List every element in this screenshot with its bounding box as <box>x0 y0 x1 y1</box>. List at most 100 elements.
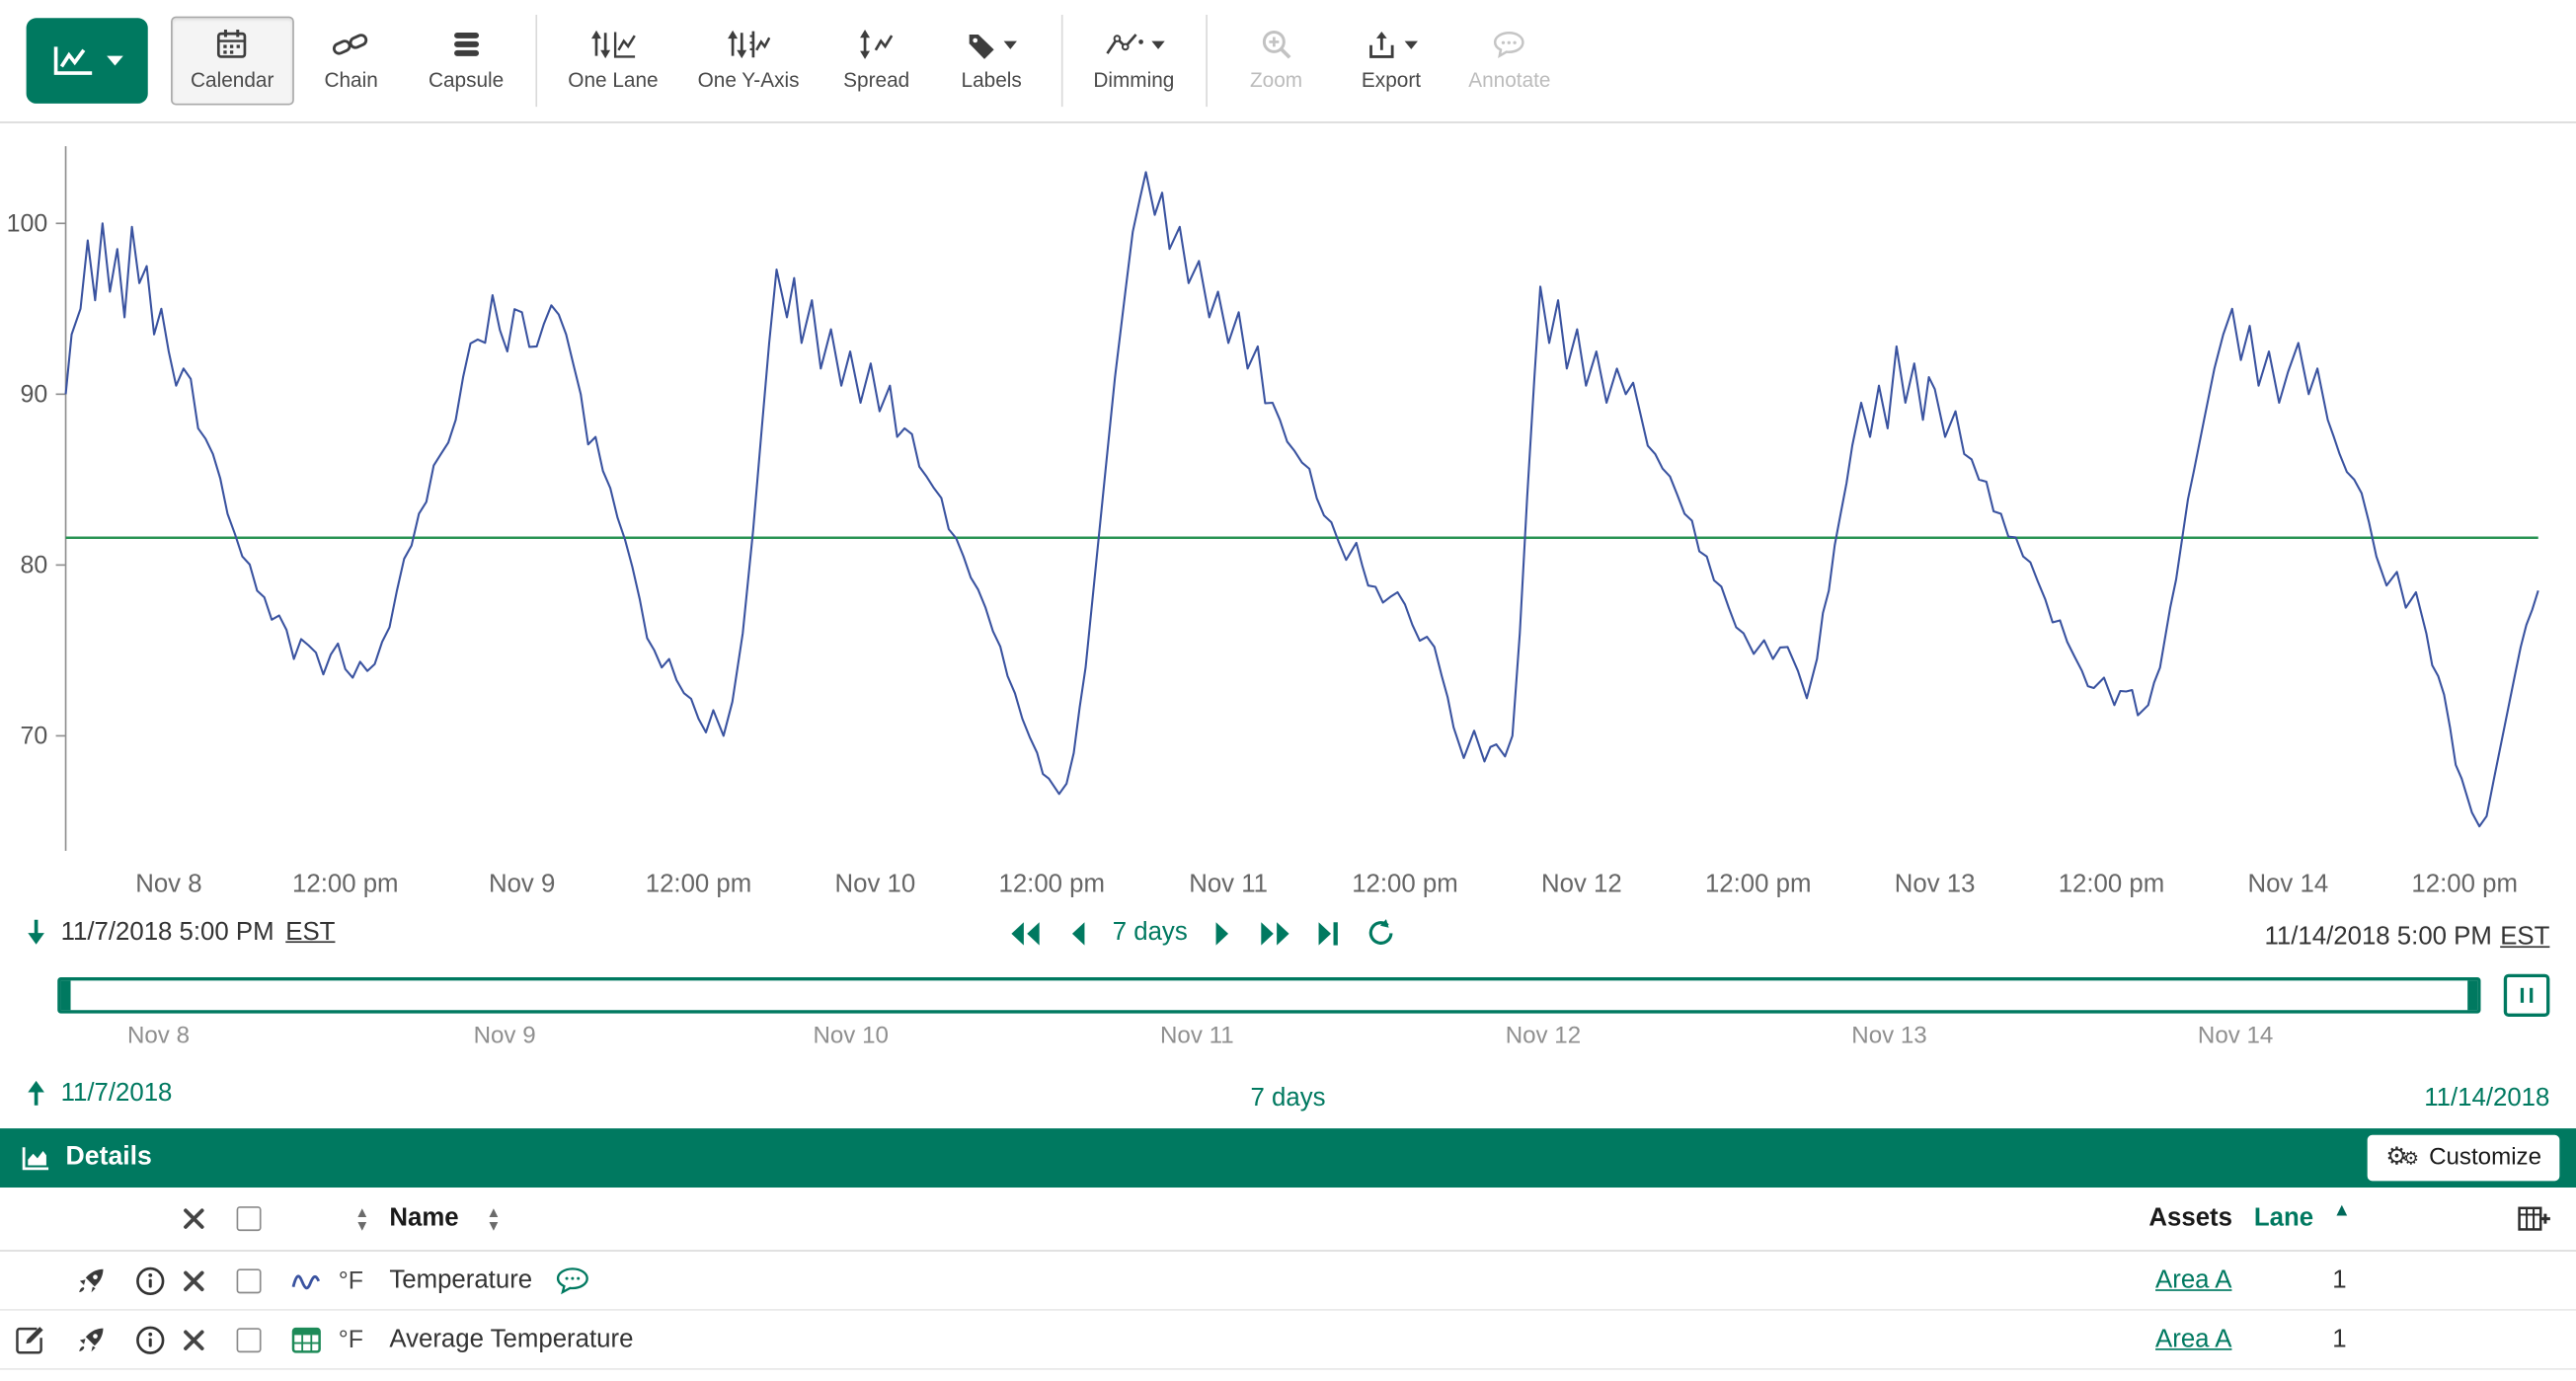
slider-resize-button[interactable] <box>2504 974 2550 1017</box>
calendar-icon <box>216 27 249 63</box>
toolbar-spread-label: Spread <box>843 69 909 92</box>
toolbar-labels-button[interactable]: Labels <box>934 17 1049 106</box>
x-axis-label: Nov 11 <box>1189 870 1268 897</box>
toolbar-one-y-axis-button[interactable]: One Y-Axis <box>678 17 820 106</box>
slider-day-label: Nov 8 <box>127 1024 190 1050</box>
toolbar-one-lane-button[interactable]: One Lane <box>548 17 677 106</box>
trend-chart[interactable]: 708090100Nov 812:00 pmNov 912:00 pmNov 1… <box>0 123 2576 912</box>
toolbar-zoom-label: Zoom <box>1250 69 1302 92</box>
customize-label: Customize <box>2429 1145 2541 1172</box>
slider-day-label: Nov 13 <box>1851 1024 1926 1050</box>
select-all-checkbox[interactable] <box>237 1206 262 1231</box>
asset-swap-rocket-icon[interactable] <box>76 1324 108 1355</box>
y-axis-label: 90 <box>21 381 48 409</box>
investigate-end-date[interactable]: 11/14/2018 <box>2424 1084 2549 1113</box>
unit-label: °F <box>339 1266 363 1294</box>
chevron-down-icon <box>1004 40 1017 48</box>
spread-icon <box>857 27 897 63</box>
display-range-bar: 11/7/2018 5:00 PM EST 7 days <box>0 911 2576 967</box>
display-duration[interactable]: 7 days <box>1113 918 1188 948</box>
display-end-date[interactable]: 11/14/2018 5:00 PM <box>2264 923 2491 953</box>
slider-left-handle[interactable] <box>61 980 71 1010</box>
remove-all-icon[interactable] <box>183 1207 205 1230</box>
signal-wave-icon <box>291 1267 323 1294</box>
slider-day-label: Nov 9 <box>474 1024 536 1050</box>
sort-type-toggle[interactable]: ▲▼ <box>354 1205 369 1232</box>
y-axis-label: 80 <box>21 552 48 579</box>
trend-view-button[interactable] <box>27 18 148 104</box>
toolbar-calendar-label: Calendar <box>191 69 273 92</box>
toolbar-export-label: Export <box>1362 69 1421 92</box>
customize-button[interactable]: ⚙⚙ Customize <box>2368 1135 2559 1182</box>
column-header-lane[interactable]: Lane <box>2254 1204 2313 1234</box>
display-end-timezone-link[interactable]: EST <box>2500 923 2549 953</box>
y-axis-label: 100 <box>7 210 48 238</box>
edit-journal-icon[interactable] <box>13 1323 45 1355</box>
step-back-button[interactable] <box>1009 919 1042 947</box>
go-to-end-button[interactable] <box>1316 919 1341 947</box>
row-checkbox[interactable] <box>237 1268 262 1293</box>
investigate-duration[interactable]: 7 days <box>1251 1084 1326 1113</box>
toolbar-export-button[interactable]: Export <box>1334 17 1448 106</box>
item-info-icon[interactable] <box>134 1324 166 1355</box>
toolbar-calendar-button[interactable]: Calendar <box>171 17 293 106</box>
asset-link[interactable]: Area A <box>2155 1325 2231 1354</box>
chevron-down-icon <box>107 56 123 66</box>
gears-icon: ⚙⚙ <box>2385 1145 2419 1171</box>
add-column-icon[interactable] <box>2517 1204 2551 1234</box>
item-name[interactable]: Temperature <box>389 1266 532 1295</box>
item-name[interactable]: Average Temperature <box>389 1325 633 1354</box>
toolbar-dimming-button[interactable]: Dimming <box>1073 17 1194 106</box>
details-table-header: ▲▼ Name ▲▼ Assets Lane ▲ <box>0 1188 2576 1252</box>
trend-chart-svg[interactable]: 708090100Nov 812:00 pmNov 912:00 pmNov 1… <box>0 123 2576 912</box>
item-info-icon[interactable] <box>134 1265 166 1296</box>
column-header-name[interactable]: Name <box>389 1204 458 1234</box>
chevron-down-icon <box>1151 40 1164 48</box>
pan-right-button[interactable] <box>1212 919 1234 947</box>
chevron-down-icon <box>1404 40 1417 48</box>
slider-track[interactable] <box>57 977 2480 1014</box>
toolbar-labels-label: Labels <box>962 69 1022 92</box>
step-forward-button[interactable] <box>1258 919 1290 947</box>
x-axis-label: 12:00 pm <box>2059 870 2165 897</box>
remove-item-icon[interactable] <box>183 1268 205 1291</box>
asset-swap-rocket-icon[interactable] <box>76 1265 108 1296</box>
investigate-range-bar: 11/7/2018 7 days 11/14/2018 <box>0 1069 2576 1128</box>
auto-update-button[interactable] <box>1365 918 1396 948</box>
toolbar-chain-button[interactable]: Chain <box>293 17 408 106</box>
remove-item-icon[interactable] <box>183 1328 205 1350</box>
sort-name-toggle[interactable]: ▲▼ <box>487 1205 502 1232</box>
asset-link[interactable]: Area A <box>2155 1266 2231 1295</box>
display-start-date[interactable]: 11/7/2018 5:00 PM <box>61 917 274 947</box>
x-axis-label: Nov 13 <box>1895 870 1976 897</box>
table-formula-icon <box>291 1326 323 1353</box>
export-icon <box>1365 29 1397 60</box>
one-y-axis-icon <box>727 27 771 63</box>
column-header-assets[interactable]: Assets <box>2148 1204 2232 1234</box>
row-checkbox[interactable] <box>237 1327 262 1351</box>
sort-ascending-icon[interactable]: ▲ <box>2333 1201 2351 1221</box>
temperature-signal-line[interactable] <box>66 172 2538 826</box>
chain-icon <box>332 27 369 63</box>
annotation-bubble-icon[interactable] <box>555 1266 589 1295</box>
investigate-start-date[interactable]: 11/7/2018 <box>61 1078 173 1108</box>
x-axis-label: 12:00 pm <box>292 870 399 897</box>
x-axis-label: 12:00 pm <box>2411 870 2518 897</box>
annotate-icon <box>1492 27 1526 63</box>
pan-left-button[interactable] <box>1066 919 1088 947</box>
toolbar-capsule-button[interactable]: Capsule <box>409 17 523 106</box>
toolbar-one-lane-label: One Lane <box>568 69 658 92</box>
dimming-icon <box>1104 30 1145 59</box>
toolbar-spread-button[interactable]: Spread <box>819 17 933 106</box>
details-panel-title: Details <box>66 1143 152 1173</box>
trend-chart-icon <box>51 43 96 78</box>
display-start-timezone-link[interactable]: EST <box>285 917 335 947</box>
y-axis-label: 70 <box>21 723 48 750</box>
slider-day-label: Nov 12 <box>1506 1024 1581 1050</box>
tag-icon <box>966 31 997 58</box>
toolbar-separator <box>1206 15 1208 107</box>
investigate-start-arrow-icon <box>23 1078 49 1110</box>
slider-right-handle[interactable] <box>2467 980 2477 1010</box>
slider-day-label: Nov 14 <box>2198 1024 2273 1050</box>
capsule-time-icon <box>449 27 482 63</box>
